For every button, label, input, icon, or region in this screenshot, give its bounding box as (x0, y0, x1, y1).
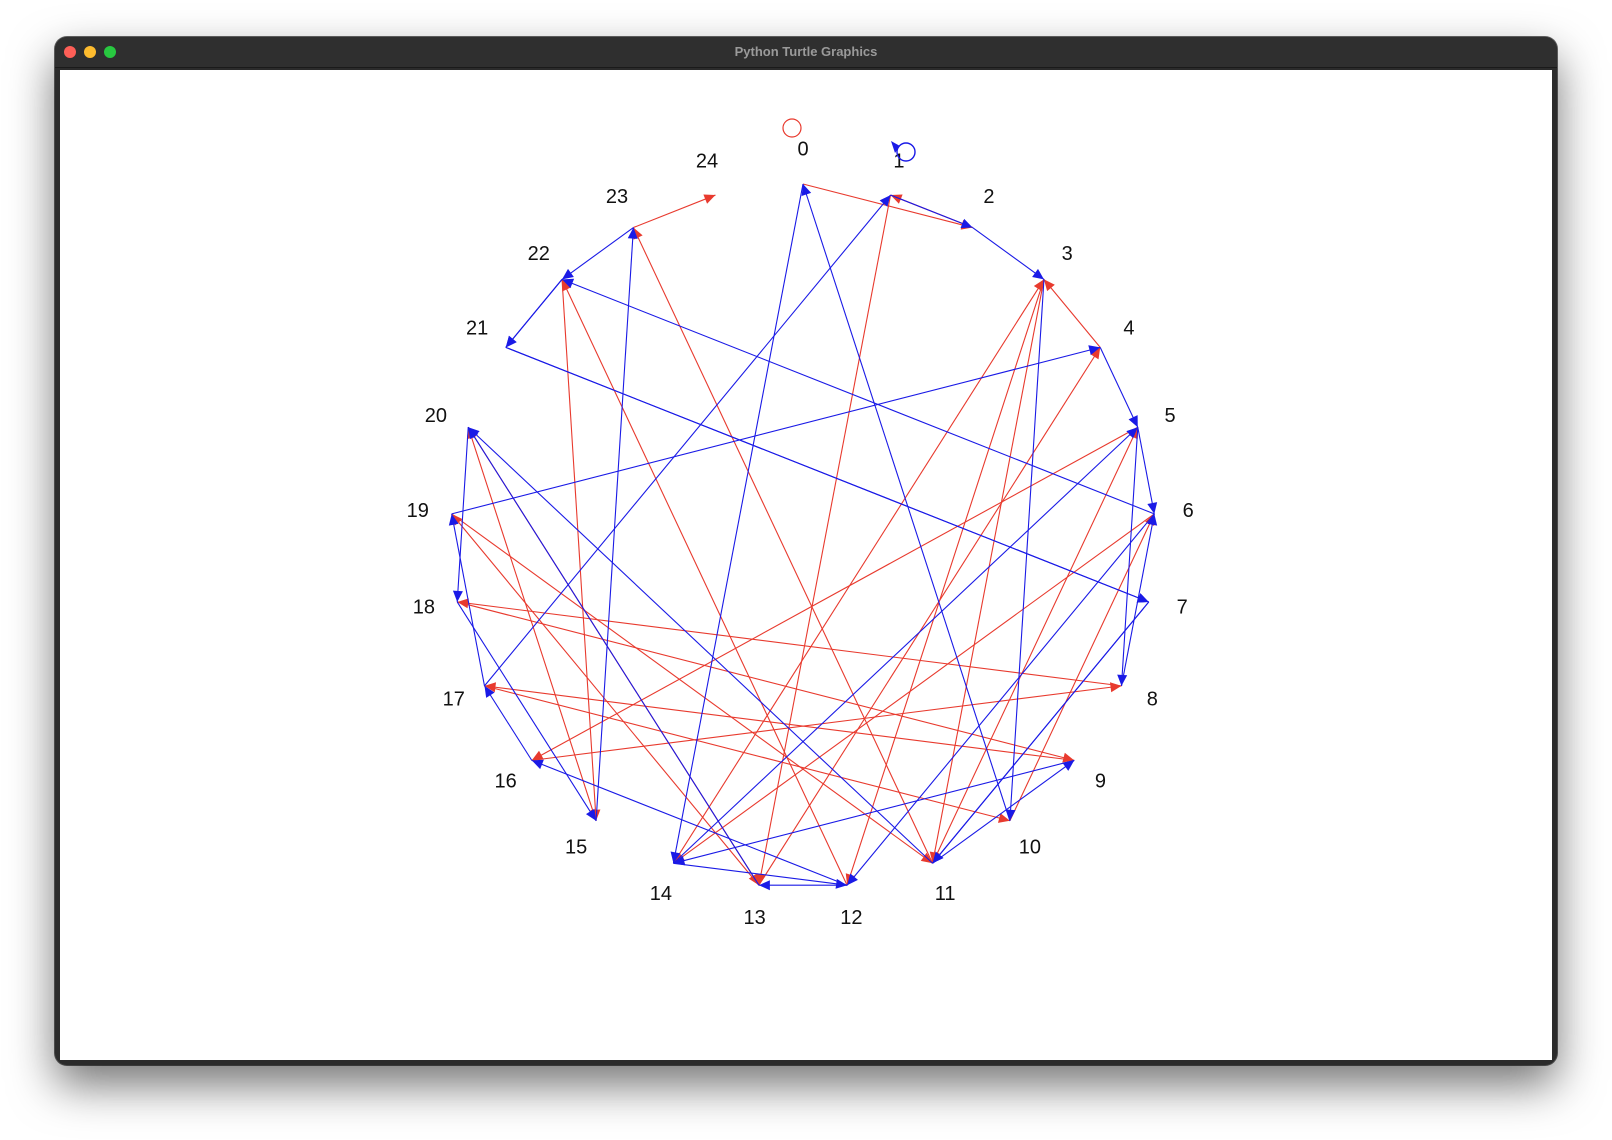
blue-edge-6-to-12 (846, 513, 1155, 886)
red-edge-11-to-5 (932, 426, 1139, 864)
node-label-1: 1 (893, 150, 904, 172)
red-edge-0-to-2 (802, 183, 973, 229)
blue-edge-5-to-6 (1137, 427, 1155, 515)
node-label-4: 4 (1123, 317, 1134, 339)
red-edge-23-to-24 (633, 194, 716, 229)
node-label-2: 2 (983, 186, 994, 208)
red-arrowhead-3 (1043, 279, 1055, 292)
red-edge-19-to-11 (451, 513, 933, 864)
node-label-8: 8 (1147, 689, 1158, 711)
blue-edge-19-to-4 (451, 346, 1101, 515)
blue-edge-22-to-21 (505, 279, 563, 348)
blue-arrowhead-3 (1032, 268, 1044, 280)
red-edge-4-to-3 (1043, 279, 1101, 348)
node-label-20: 20 (425, 405, 447, 427)
node-label-23: 23 (606, 186, 628, 208)
node-label-21: 21 (466, 317, 488, 339)
window-title: Python Turtle Graphics (734, 44, 878, 59)
red-arrowhead-8 (1109, 682, 1122, 693)
node-label-24: 24 (696, 150, 718, 172)
node-label-16: 16 (494, 770, 516, 792)
node-label-13: 13 (743, 907, 765, 929)
node-label-22: 22 (528, 243, 550, 265)
node-label-9: 9 (1095, 770, 1106, 792)
blue-edge-23-to-22 (561, 227, 634, 280)
node-label-18: 18 (413, 597, 435, 619)
node-label-7: 7 (1177, 597, 1188, 619)
blue-edge-11-to-9 (932, 759, 1075, 864)
blue-edge-13-to-20 (467, 426, 760, 886)
blue-edge-5-to-8 (1120, 427, 1139, 686)
red-edge-12-to-22 (561, 279, 848, 886)
blue-edge-1-to-2 (890, 194, 973, 229)
node-label-0: 0 (797, 138, 808, 160)
turtle-window: Python Turtle Graphics 0 1 2 3 4 5 6 7 8 9 10 11 12 1… (55, 37, 1557, 1065)
red-edge-17-to-10 (484, 685, 1011, 822)
node-label-3: 3 (1062, 243, 1073, 265)
blue-edge-2-to-3 (972, 227, 1045, 280)
red-edge-22-to-15 (561, 279, 597, 821)
node-label-14: 14 (650, 883, 672, 905)
red-turtle (782, 118, 802, 138)
red-edge-11-to-23 (632, 227, 934, 864)
blue-arrowhead-18 (452, 590, 463, 602)
node-label-6: 6 (1183, 500, 1194, 522)
node-label-11: 11 (935, 883, 956, 905)
node-label-10: 10 (1019, 837, 1041, 859)
blue-edge-17-to-1 (484, 194, 891, 687)
blue-edge-3-to-10 (1009, 279, 1045, 821)
node-label-15: 15 (565, 837, 587, 859)
node-label-19: 19 (407, 500, 429, 522)
title-bar[interactable]: Python Turtle Graphics (55, 37, 1557, 68)
node-label-5: 5 (1165, 405, 1176, 427)
red-edge-18-to-9 (457, 601, 1075, 761)
red-edge-15-to-20 (467, 427, 597, 821)
node-label-12: 12 (840, 907, 862, 929)
blue-edge-15-to-23 (595, 227, 634, 821)
blue-edge-6-to-22 (561, 278, 1155, 515)
graph-drawing: 0123456789101112131415161718192021222324 (407, 118, 1194, 929)
red-edge-6-to-14 (673, 513, 1155, 864)
red-edge-13-to-19 (451, 513, 760, 886)
turtle-canvas[interactable]: 0 1 2 3 4 5 6 7 8 9 10 11 12 13 14 15 16 17 18 19 20 21 22 23 24 (60, 70, 1552, 1060)
red-edge-10-to-6 (1009, 513, 1155, 822)
node-label-17: 17 (443, 689, 465, 711)
blue-edge-11-to-20 (467, 426, 933, 864)
blue-arrowhead-22 (562, 268, 574, 280)
blue-arrowhead-21 (505, 335, 517, 348)
blue-edge-14-to-5 (673, 426, 1139, 864)
blue-edge-4-to-5 (1099, 347, 1139, 428)
blue-edge-16-to-17 (484, 685, 533, 761)
blue-edge-20-to-18 (456, 427, 469, 602)
